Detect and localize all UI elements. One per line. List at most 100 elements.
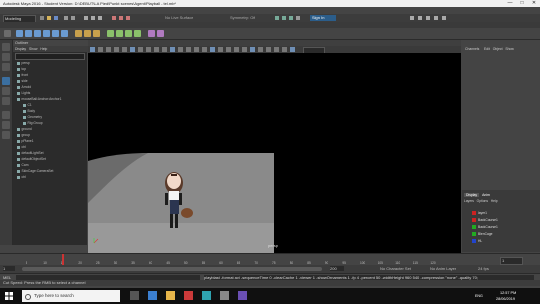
layer-menu-help[interactable]: Help xyxy=(491,199,498,203)
layer-row[interactable]: BlenCage xyxy=(464,231,538,237)
outliner-layout-icon[interactable] xyxy=(2,131,10,139)
layer-row[interactable]: BackCourse1 xyxy=(464,224,538,230)
attribute-editor-icon[interactable] xyxy=(426,16,430,20)
outliner-item[interactable]: persp xyxy=(17,61,30,66)
maximize-button[interactable]: □ xyxy=(516,0,528,7)
poly-cylinder-icon[interactable] xyxy=(34,30,41,37)
viewport-tool-icon[interactable] xyxy=(114,47,119,52)
store-icon[interactable] xyxy=(220,291,229,300)
outliner-item[interactable]: ground xyxy=(17,127,32,132)
outliner-item[interactable]: side xyxy=(17,79,28,84)
layer-row[interactable]: layer1 xyxy=(464,210,538,216)
outliner-item[interactable]: top xyxy=(17,67,26,72)
outliner-item[interactable]: Body xyxy=(23,109,35,114)
outliner-item[interactable]: mouseBall:Anchor:Anchor1 xyxy=(17,97,61,102)
character-set-label[interactable]: No Character Set xyxy=(380,266,411,272)
viewport-tool-icon[interactable] xyxy=(154,47,159,52)
poly-torus-icon[interactable] xyxy=(52,30,59,37)
viewport-tool-icon[interactable] xyxy=(98,47,103,52)
snap-grid-icon[interactable] xyxy=(112,16,116,20)
outliner-item[interactable]: front xyxy=(17,73,28,78)
outliner-item[interactable]: pPlane1 xyxy=(17,139,34,144)
layer-menu-options[interactable]: Options xyxy=(477,199,488,203)
channelbox-menu-channels[interactable]: Channels xyxy=(465,47,479,51)
viewport[interactable]: persp xyxy=(88,53,461,253)
scale-tool-icon[interactable] xyxy=(2,97,10,105)
open-scene-icon[interactable] xyxy=(47,16,51,20)
start-time-field[interactable]: 1 xyxy=(3,266,15,271)
clock-date[interactable]: 28/06/2019 xyxy=(496,296,515,302)
tool-settings-icon[interactable] xyxy=(434,16,438,20)
viewport-tool-icon[interactable] xyxy=(282,47,287,52)
outliner-item[interactable]: defaultLightSet xyxy=(17,151,44,156)
viewport-tool-icon[interactable] xyxy=(234,47,239,52)
live-surface-label[interactable]: No Live Surface xyxy=(165,15,193,21)
outliner-item[interactable]: SkinCage:CameraSet xyxy=(17,169,53,174)
bridge-icon[interactable] xyxy=(116,30,123,37)
channelbox-menu-show[interactable]: Show xyxy=(505,47,513,51)
shelf-settings-icon[interactable] xyxy=(4,30,11,37)
lasso-tool-icon[interactable] xyxy=(2,53,10,61)
layer-tab-anim[interactable]: Anim xyxy=(480,193,492,197)
outliner-item[interactable]: C1 xyxy=(23,103,32,108)
edge-browser-icon[interactable] xyxy=(148,291,157,300)
current-frame-field[interactable]: 1 xyxy=(500,257,523,265)
fps-label[interactable]: 24 fps xyxy=(478,266,489,272)
poly-sphere-icon[interactable] xyxy=(16,30,23,37)
viewport-tool-icon[interactable] xyxy=(274,47,279,52)
planar-map-icon[interactable] xyxy=(157,30,164,37)
close-button[interactable]: ✕ xyxy=(528,0,540,7)
outliner-menu-help[interactable]: Help xyxy=(40,47,47,51)
outliner-item[interactable]: Rig:Group xyxy=(23,121,43,126)
snap-point-icon[interactable] xyxy=(126,16,130,20)
four-view-icon[interactable] xyxy=(2,121,10,129)
extrude-icon[interactable] xyxy=(107,30,114,37)
channelbox-menu-edit[interactable]: Edit xyxy=(484,47,490,51)
new-scene-icon[interactable] xyxy=(40,16,44,20)
range-end-field[interactable]: 200 xyxy=(330,266,344,271)
viewport-tool-icon[interactable] xyxy=(130,47,135,52)
separate-icon[interactable] xyxy=(84,30,91,37)
character-controls-icon[interactable] xyxy=(418,16,422,20)
minimize-button[interactable]: — xyxy=(504,0,516,7)
outliner-menu-show[interactable]: Show xyxy=(29,47,37,51)
viewport-tool-icon[interactable] xyxy=(186,47,191,52)
viewport-tool-icon[interactable] xyxy=(162,47,167,52)
taskbar-search-input[interactable]: Type here to search xyxy=(22,290,120,302)
outliner-item[interactable]: Cam xyxy=(17,163,28,168)
outliner-item[interactable]: Geometry xyxy=(23,115,42,120)
channel-box-icon[interactable] xyxy=(442,16,446,20)
viewport-tool-icon[interactable] xyxy=(138,47,143,52)
combine-icon[interactable] xyxy=(75,30,82,37)
sign-in-button[interactable]: Sign In xyxy=(310,15,336,21)
layer-row[interactable]: BackCourse1 xyxy=(464,217,538,223)
channelbox-menu-object[interactable]: Object xyxy=(493,47,503,51)
redo-icon[interactable] xyxy=(71,16,75,20)
layer-tab-display[interactable]: Display xyxy=(464,193,480,197)
undo-icon[interactable] xyxy=(64,16,68,20)
paint-select-icon[interactable] xyxy=(2,63,10,71)
chrome-icon[interactable] xyxy=(184,291,193,300)
viewport-tool-icon[interactable] xyxy=(122,47,127,52)
viewport-tool-icon[interactable] xyxy=(170,47,175,52)
modeling-toolkit-icon[interactable] xyxy=(410,16,414,20)
uv-editor-icon[interactable] xyxy=(148,30,155,37)
single-view-icon[interactable] xyxy=(2,111,10,119)
viewport-tool-icon[interactable] xyxy=(90,47,95,52)
outliner-menu-display[interactable]: Display xyxy=(15,47,26,51)
viewport-tool-icon[interactable] xyxy=(258,47,263,52)
layer-row[interactable]: HL xyxy=(464,238,538,244)
render-frame-icon[interactable] xyxy=(282,16,286,20)
viewport-tool-icon[interactable] xyxy=(290,47,295,52)
file-explorer-icon[interactable] xyxy=(166,291,175,300)
symmetry-label[interactable]: Symmetry: Off xyxy=(230,15,255,21)
snap-curve-icon[interactable] xyxy=(119,16,123,20)
viewport-tool-icon[interactable] xyxy=(266,47,271,52)
viewport-tool-icon[interactable] xyxy=(178,47,183,52)
viewport-tool-icon[interactable] xyxy=(106,47,111,52)
viewport-tool-icon[interactable] xyxy=(210,47,215,52)
viewport-tool-icon[interactable] xyxy=(242,47,247,52)
render-settings-icon[interactable] xyxy=(296,16,300,20)
select-hierarchy-icon[interactable] xyxy=(84,16,88,20)
select-object-icon[interactable] xyxy=(91,16,95,20)
